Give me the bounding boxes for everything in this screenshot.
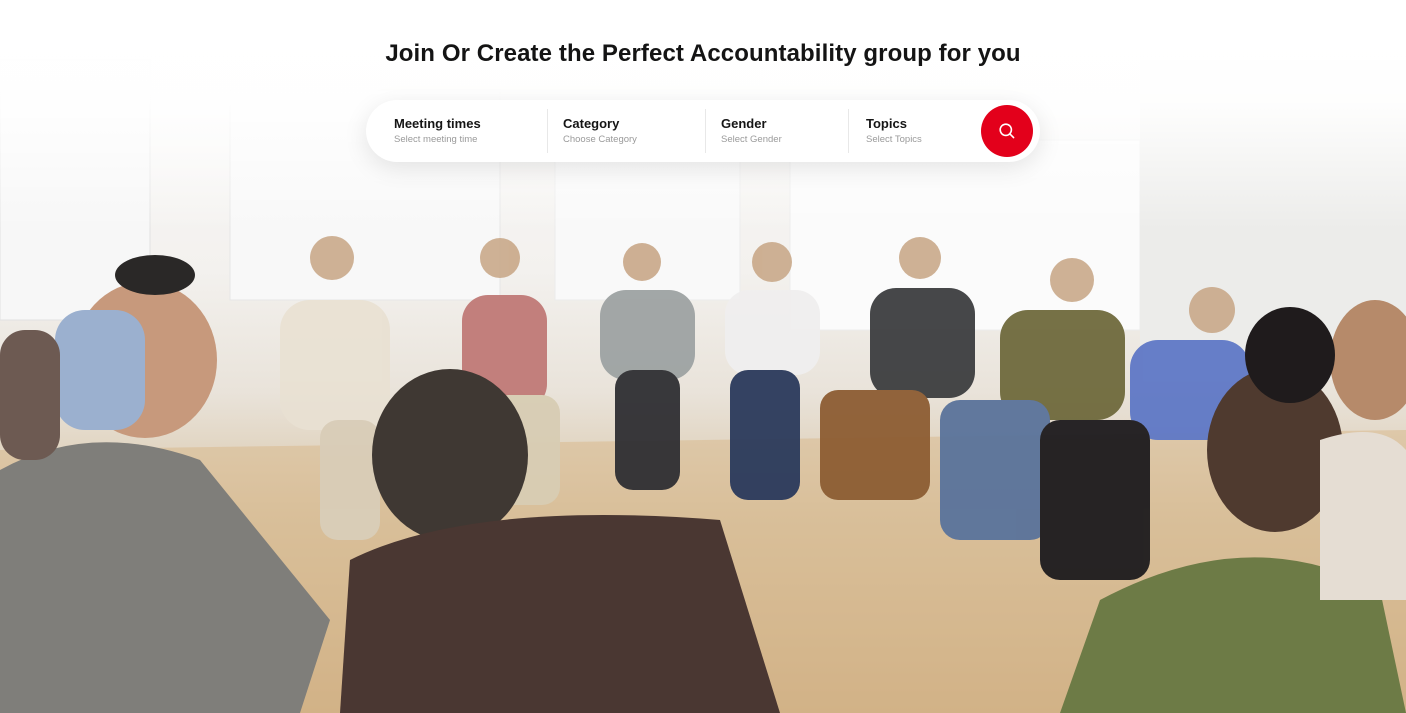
filter-label: Topics — [866, 116, 907, 131]
filter-placeholder: Select meeting time — [394, 134, 478, 145]
topics-filter[interactable]: Topics Select Topics — [848, 109, 978, 153]
search-icon — [999, 123, 1015, 139]
category-filter[interactable]: Category Choose Category — [547, 109, 705, 153]
meeting-times-filter[interactable]: Meeting times Select meeting time — [366, 109, 547, 153]
gender-filter[interactable]: Gender Select Gender — [705, 109, 848, 153]
filter-label: Category — [563, 116, 620, 131]
search-button[interactable] — [981, 105, 1033, 157]
filter-label: Meeting times — [394, 116, 481, 131]
page-title: Join Or Create the Perfect Accountabilit… — [385, 40, 1021, 67]
filter-placeholder: Select Topics — [866, 134, 922, 145]
filter-placeholder: Select Gender — [721, 134, 782, 145]
group-search-bar: Meeting times Select meeting time Catego… — [366, 100, 1040, 162]
filter-label: Gender — [721, 116, 767, 131]
filter-placeholder: Choose Category — [563, 134, 637, 145]
